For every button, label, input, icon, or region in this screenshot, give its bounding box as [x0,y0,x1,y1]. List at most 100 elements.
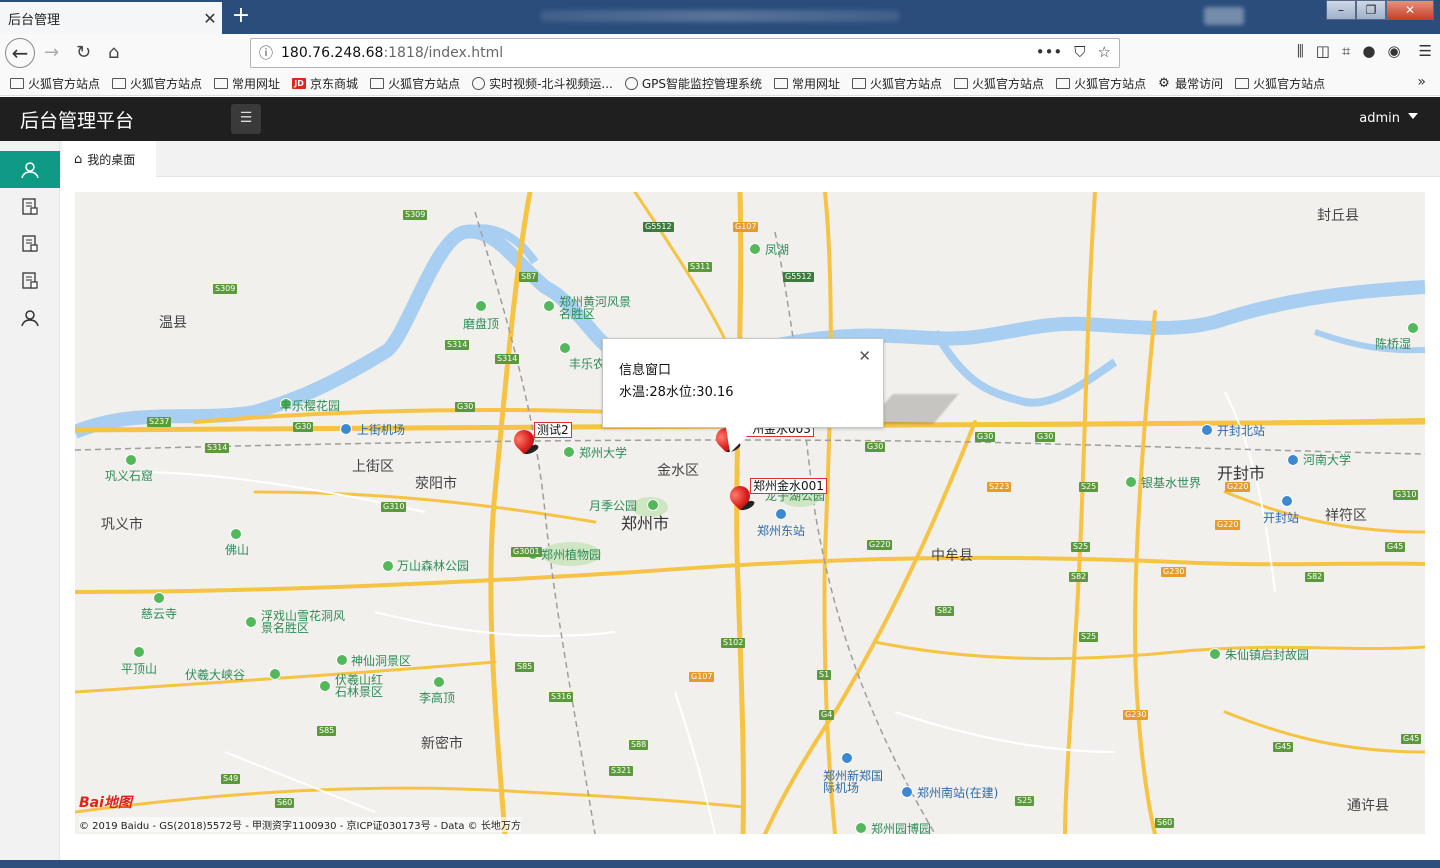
road-shield: G4 [819,710,835,720]
map-label-poi[interactable]: 郑州南站(在建) [917,787,998,799]
map-label-poi[interactable]: 银基水世界 [1141,477,1201,489]
forward-arrow-icon[interactable]: → [44,42,59,64]
bookmark-item[interactable]: 火狐官方站点 [1056,75,1146,92]
airport-icon [340,423,352,435]
map-label-poi[interactable]: 佛山 [225,544,249,556]
map-label-poi[interactable]: 开封站 [1263,512,1299,524]
road-shield: S309 [403,210,428,220]
marker-label[interactable]: 测试2 [534,422,572,438]
map-label-poi[interactable]: 上街机场 [357,424,405,436]
map-label-poi[interactable]: 陈桥湿 [1375,338,1411,350]
tab-my-desktop[interactable]: ⌂ 我的桌面 [62,141,156,177]
close-icon[interactable]: ✕ [858,347,871,365]
bookmark-item[interactable]: GPS智能监控管理系统 [624,75,762,92]
sidebar-item-document-2[interactable] [0,225,60,262]
bookmark-label: 最常访问 [1175,77,1224,91]
folder-icon [1056,78,1071,89]
bookmark-item[interactable]: 实时视频-北斗视频运... [472,75,613,92]
bookmark-item[interactable]: 火狐官方站点 [10,75,100,92]
page-actions-icon[interactable]: ••• [1036,43,1063,61]
window-close-icon[interactable]: ✕ [1386,0,1434,20]
sidebar-item-user-2[interactable] [0,299,60,336]
map-label-poi[interactable]: 伏羲大峡谷 [185,669,245,681]
chat-icon[interactable]: ● [1362,42,1375,60]
map-label-poi[interactable]: 李高顶 [419,692,455,704]
pocket-icon[interactable]: ⛉ [1074,43,1085,61]
map-label-poi[interactable]: 郑州园博园 [871,823,931,834]
sidebar-item-document-3[interactable] [0,262,60,299]
address-bar[interactable]: ⓘ 180.76.248.68:1818/index.html ••• ⛉ ☆ [250,38,1120,68]
bookmark-item[interactable]: 火狐官方站点 [112,75,202,92]
home-icon: ⌂ [74,151,83,167]
map-label-poi[interactable]: 月季公园 [589,500,637,512]
close-tab-icon[interactable]: ✕ [198,9,222,28]
bookmark-item[interactable]: ⚙ 最常访问 [1158,75,1223,92]
bookmark-label: 实时视频-北斗视频运... [489,77,613,91]
menu-toggle-button[interactable]: ☰ [231,104,261,134]
map-label-poi[interactable]: 丰乐樱花园 [280,400,340,412]
map-label-poi[interactable]: 浮戏山雪花洞风景名胜区 [261,610,345,634]
back-arrow-icon[interactable]: ← [5,38,35,68]
map-label-poi[interactable]: 巩义石窟 [105,470,153,482]
sidebar-item-user[interactable] [0,151,60,188]
bookmark-label: 火狐官方站点 [130,77,203,91]
reload-icon[interactable]: ↻ [76,42,91,64]
blurred-badge [1204,7,1244,25]
baidu-logo: Bai地图 [79,792,132,812]
map-label-poi[interactable]: 磨盘顶 [463,318,499,330]
account-icon[interactable]: ◉ [1387,42,1400,60]
library-icon[interactable]: ⫼ [1297,42,1304,60]
map-label-poi[interactable]: 神仙洞景区 [351,655,411,667]
bookmark-star-icon[interactable]: ☆ [1098,43,1111,61]
map-label-poi[interactable]: 郑州新郑国际机场 [823,770,883,794]
map-label-poi[interactable]: 慈云寺 [141,608,177,620]
bookmark-item[interactable]: 火狐官方站点 [370,75,460,92]
map-label-poi[interactable]: 朱仙镇启封故园 [1225,649,1309,661]
poi-icon [543,300,555,312]
road-shield: S85 [515,662,535,672]
map-label-district: 巩义市 [101,517,143,533]
map-label-poi[interactable]: 万山森林公园 [397,560,469,572]
map-label-poi[interactable]: 郑州大学 [579,447,627,459]
map-label-poi[interactable]: 郑州植物园 [541,549,601,561]
restore-icon[interactable]: ❐ [1356,0,1386,20]
bookmark-item[interactable]: 火狐官方站点 [852,75,942,92]
map-label-poi[interactable]: 河南大学 [1303,454,1351,466]
bookmark-item[interactable]: 常用网址 [774,75,840,92]
user-icon [21,161,39,178]
map-label-poi[interactable]: 郑州东站 [757,525,805,537]
screenshot-icon[interactable]: ⌗ [1342,42,1350,60]
map[interactable]: 郑州市 开封市 金水区 上街区 荥阳市 中牟县 新密市 巩义市 温县 封丘县 祥… [75,192,1425,834]
bookmark-item[interactable]: 常用网址 [214,75,280,92]
airport-icon [841,752,853,764]
browser-tab[interactable]: 后台管理 ✕ [0,2,222,34]
map-marker[interactable] [725,481,756,514]
bookmark-item[interactable]: 火狐官方站点 [954,75,1044,92]
sidebar-item-document-1[interactable] [0,188,60,225]
bookmark-item[interactable]: 火狐官方站点 [1235,75,1325,92]
map-label-poi[interactable]: 平顶山 [121,663,157,675]
map-label-poi[interactable]: 郑州黄河风景名胜区 [559,296,631,320]
map-label-poi[interactable]: 伏羲山红石林景区 [335,674,391,698]
user-menu[interactable]: admin [1359,111,1418,126]
bookmarks-overflow-icon[interactable]: » [1417,74,1426,90]
map-marker[interactable] [509,425,540,458]
sidebar-toggle-icon[interactable]: ◫ [1316,42,1330,60]
map-label-poi[interactable]: 开封北站 [1217,425,1265,437]
minimize-icon[interactable]: – [1326,0,1356,20]
map-label-poi[interactable]: 凤湖 [765,244,789,256]
menu-icon[interactable]: ☰ [1419,42,1432,60]
home-icon[interactable]: ⌂ [108,42,119,64]
site-info-icon[interactable]: ⓘ [251,43,281,63]
jd-icon: JD [292,78,307,89]
road-shield: S60 [275,798,295,808]
marker-label[interactable]: 郑州金水001 [750,478,827,494]
info-window-title: 信息窗口 [619,363,672,378]
poi-icon [245,616,257,628]
road-shield: S25 [1015,796,1035,806]
road-shield: G30 [975,432,996,442]
poi-icon [319,680,331,692]
new-tab-button[interactable]: + [228,4,254,30]
bookmark-item[interactable]: JD 京东商城 [292,75,358,92]
map-label-poi[interactable]: 丰乐农 [569,358,605,370]
